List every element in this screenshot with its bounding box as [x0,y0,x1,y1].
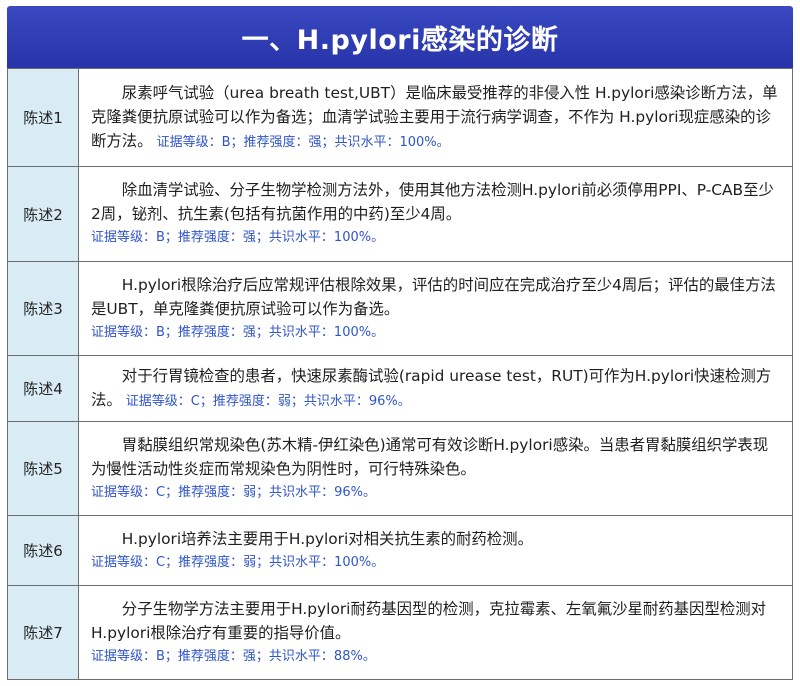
statement-table-container: 一、H.pylori感染的诊断 陈述1 尿素呼气试验（urea breath t… [7,6,793,680]
table-row: 陈述7 分子生物学方法主要用于H.pylori耐药基因型的检测，克拉霉素、左氧氟… [7,585,793,680]
evidence-line: 证据等级：C；推荐强度：弱；共识水平：96%。 [91,484,376,500]
row-label: 陈述5 [7,421,79,516]
row-label: 陈述1 [7,68,79,167]
evidence-line: 证据等级：C；推荐强度：弱；共识水平：100%。 [91,554,385,570]
evidence-line: 证据等级：B；推荐强度：强；共识水平：100%。 [91,230,385,245]
row-content: 分子生物学方法主要用于H.pylori耐药基因型的检测，克拉霉素、左氧氟沙星耐药… [78,585,793,680]
table-row: 陈述2 除血清学试验、分子生物学检测方法外，使用其他方法检测H.pylori前必… [7,166,793,262]
row-label: 陈述3 [7,261,79,356]
section-title: 一、H.pylori感染的诊断 [7,6,793,68]
row-content: 胃黏膜组织常规染色(苏木精-伊红染色)通常可有效诊断H.pylori感染。当患者… [78,421,793,516]
statement-table: 陈述1 尿素呼气试验（urea breath test,UBT）是临床最受推荐的… [7,68,793,680]
row-label: 陈述6 [7,515,79,586]
table-row: 陈述3 H.pylori根除治疗后应常规评估根除效果，评估的时间应在完成治疗至少… [7,261,793,356]
row-content: 对于行胃镜检查的患者，快速尿素酶试验(rapid urease test，RUT… [78,355,793,422]
evidence-line: 证据等级：B；推荐强度：强；共识水平：100%。 [156,134,450,150]
table-row: 陈述1 尿素呼气试验（urea breath test,UBT）是临床最受推荐的… [7,68,793,167]
table-row: 陈述6 H.pylori培养法主要用于H.pylori对相关抗生素的耐药检测。 … [7,515,793,586]
row-content: 尿素呼气试验（urea breath test,UBT）是临床最受推荐的非侵入性… [78,68,793,167]
row-label: 陈述4 [7,355,79,422]
statement-text: H.pylori培养法主要用于H.pylori对相关抗生素的耐药检测。 [121,529,533,548]
row-content: 除血清学试验、分子生物学检测方法外，使用其他方法检测H.pylori前必须停用P… [78,166,793,262]
statement-text: 除血清学试验、分子生物学检测方法外，使用其他方法检测H.pylori前必须停用P… [91,181,774,223]
table-row: 陈述5 胃黏膜组织常规染色(苏木精-伊红染色)通常可有效诊断H.pylori感染… [7,421,793,516]
evidence-line: 证据等级：B；推荐强度：强；共识水平：100%。 [91,324,385,340]
evidence-line: 证据等级：C；推荐强度：弱；共识水平：96%。 [125,393,411,409]
row-content: H.pylori培养法主要用于H.pylori对相关抗生素的耐药检测。 证据等级… [78,515,793,586]
statement-text: 胃黏膜组织常规染色(苏木精-伊红染色)通常可有效诊断H.pylori感染。当患者… [91,435,769,478]
statement-text: H.pylori根除治疗后应常规评估根除效果，评估的时间应在完成治疗至少4周后；… [91,275,776,318]
statement-text: 分子生物学方法主要用于H.pylori耐药基因型的检测，克拉霉素、左氧氟沙星耐药… [91,599,767,642]
row-label: 陈述2 [7,166,79,262]
row-label: 陈述7 [7,585,79,680]
evidence-line: 证据等级：B；推荐强度：强；共识水平：88%。 [91,648,376,664]
table-row: 陈述4 对于行胃镜检查的患者，快速尿素酶试验(rapid urease test… [7,355,793,422]
row-content: H.pylori根除治疗后应常规评估根除效果，评估的时间应在完成治疗至少4周后；… [78,261,793,356]
